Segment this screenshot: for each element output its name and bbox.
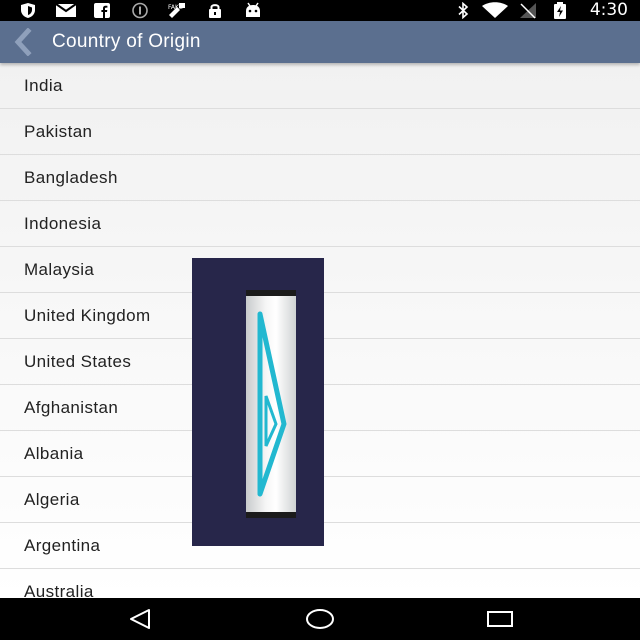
back-chevron-icon (14, 28, 32, 56)
navigation-bar (0, 598, 640, 640)
nav-recents-button[interactable] (476, 604, 524, 634)
floating-overlay[interactable] (192, 258, 324, 546)
status-bar: FAKE 4:30 (0, 0, 640, 21)
shield-icon (18, 2, 38, 19)
bluetooth-icon (455, 2, 471, 19)
facebook-icon (92, 2, 112, 19)
battery-icon (550, 2, 570, 19)
wifi-icon (480, 2, 510, 19)
lock-icon (206, 2, 224, 19)
svg-text:FAKE: FAKE (168, 4, 183, 11)
back-button[interactable] (6, 25, 40, 59)
list-item-indonesia[interactable]: Indonesia (0, 201, 640, 247)
status-time: 4:30 (589, 0, 628, 20)
mail-icon (54, 2, 78, 19)
list-item-australia[interactable]: Australia (0, 569, 640, 598)
list-item-pakistan[interactable]: Pakistan (0, 109, 640, 155)
list-item-bangladesh[interactable]: Bangladesh (0, 155, 640, 201)
recents-square-icon (487, 611, 513, 627)
play-triangle-icon (257, 311, 287, 497)
nav-home-button[interactable] (296, 604, 344, 634)
back-triangle-icon (130, 609, 150, 629)
page-title: Country of Origin (52, 31, 201, 52)
app-bar: Country of Origin (0, 21, 640, 63)
overlay-card[interactable] (246, 290, 296, 518)
sync-icon (130, 2, 150, 19)
satellite-icon: FAKE (164, 2, 190, 19)
nav-back-button[interactable] (116, 604, 164, 634)
home-circle-icon (306, 609, 334, 629)
list-item-india[interactable]: India (0, 63, 640, 109)
no-signal-icon (518, 2, 538, 19)
android-icon (242, 2, 264, 19)
